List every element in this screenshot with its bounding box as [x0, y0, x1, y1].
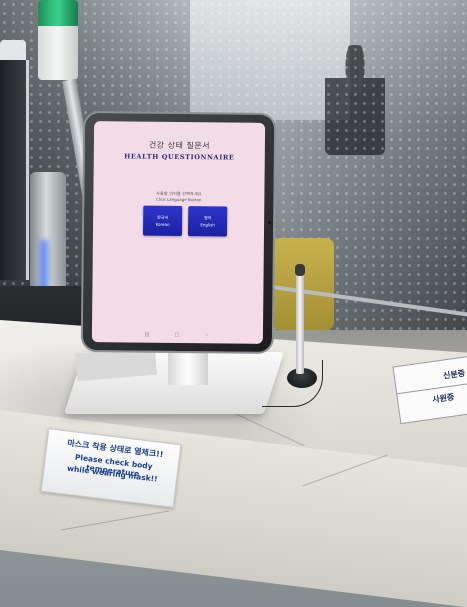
home-square-icon[interactable]: □: [174, 332, 180, 338]
tablet-device: 건강 상태 질문서 HEALTH QUESTIONNAIRE 사용할 언어를 선…: [82, 113, 275, 352]
green-light: [38, 0, 78, 26]
korean-button-label-en: Korean: [155, 221, 170, 227]
title-korean: 건강 상태 질문서: [148, 140, 211, 151]
stylus-pen-cap: [295, 264, 305, 276]
tablet-camera-icon: [268, 220, 272, 224]
menu-lines-icon[interactable]: |||: [144, 332, 150, 338]
questionnaire-screen: 건강 상태 질문서 HEALTH QUESTIONNAIRE 사용할 언어를 선…: [91, 121, 266, 344]
instruction-english: Click Language Button: [156, 196, 202, 203]
id-card-label: 신분증: [442, 368, 466, 381]
english-button-label-ko: 영어: [203, 215, 212, 221]
english-button-label-en: English: [200, 222, 215, 228]
id-card-sign: 신분증 사원증: [392, 353, 467, 425]
korean-language-button[interactable]: 한국어 Korean: [142, 205, 183, 237]
signal-tower-light: [38, 0, 78, 80]
english-language-button[interactable]: 영어 English: [187, 206, 228, 237]
title-english: HEALTH QUESTIONNAIRE: [124, 152, 235, 162]
korean-button-label-ko: 한국어: [157, 214, 169, 220]
back-chevron-icon[interactable]: ‹: [204, 332, 210, 338]
left-kiosk-panel: [0, 60, 29, 280]
stylus-pen[interactable]: [296, 270, 304, 374]
android-nav-bar: ||| □ ‹: [92, 331, 263, 341]
